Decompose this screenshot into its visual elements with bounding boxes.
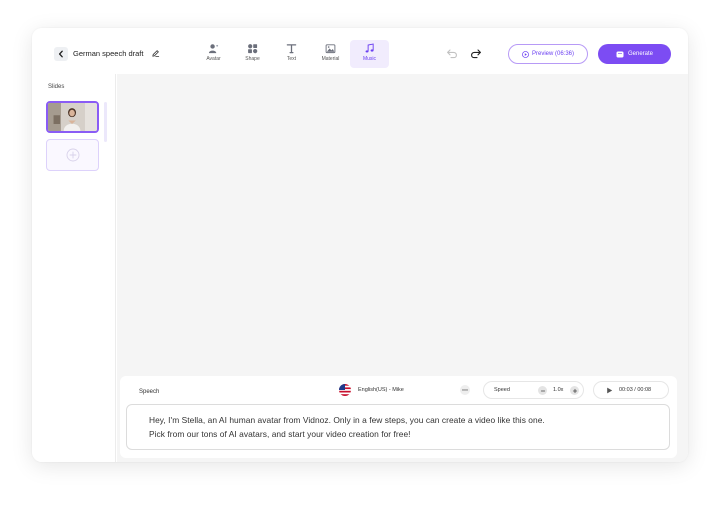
us-flag-icon — [339, 384, 351, 396]
rename-pencil-icon[interactable] — [151, 49, 160, 58]
toolbar: Avatar Shape Text Material Music — [194, 40, 389, 70]
tool-music-label: Music — [362, 56, 377, 62]
top-bar: German speech draft Avatar Shape Text Ma… — [32, 28, 688, 74]
voice-more-button[interactable] — [460, 385, 470, 395]
tool-text[interactable]: Text — [272, 40, 311, 68]
shape-icon — [248, 44, 258, 54]
avatar-thumbnail-image — [48, 103, 97, 131]
tool-text-label: Text — [286, 56, 297, 62]
tool-material[interactable]: Material — [311, 40, 350, 68]
back-button[interactable] — [54, 47, 68, 61]
speed-value: 1.0x — [553, 387, 564, 393]
music-icon — [365, 43, 374, 53]
generate-button[interactable]: Generate — [598, 44, 671, 64]
chevron-left-icon — [58, 50, 63, 58]
generate-icon — [616, 51, 624, 57]
avatar-icon — [208, 44, 219, 54]
speech-heading: Speech — [139, 389, 160, 395]
voice-selector[interactable]: English(US) - Mike — [339, 382, 473, 398]
slide-thumbnail-1[interactable] — [46, 101, 99, 133]
speed-increase-button[interactable] — [570, 386, 579, 395]
undo-icon[interactable] — [446, 47, 458, 59]
tool-music[interactable]: Music — [350, 40, 389, 68]
slides-heading: Slides — [48, 84, 65, 90]
speech-card: Speech English(US) - Mike Speed 1.0x 00:… — [120, 376, 677, 458]
tool-shape[interactable]: Shape — [233, 40, 272, 68]
script-line: Pick from our tons of AI avatars, and st… — [149, 428, 411, 439]
tool-material-label: Material — [321, 56, 340, 62]
script-line: Hey, I'm Stella, an AI human avatar from… — [149, 415, 545, 425]
speed-decrease-button[interactable] — [538, 386, 547, 395]
plus-circle-icon — [66, 148, 79, 162]
playback-time: 00:03 / 00:08 — [619, 387, 652, 393]
add-slide-button[interactable] — [46, 139, 99, 171]
preview-button[interactable]: Preview (06:36) — [508, 44, 588, 64]
minus-icon — [540, 390, 545, 391]
video-canvas[interactable] — [117, 74, 688, 374]
slides-sidebar: Slides — [32, 74, 116, 462]
redo-icon[interactable] — [470, 47, 482, 59]
speech-panel: Speech English(US) - Mike Speed 1.0x 00:… — [117, 374, 688, 462]
slides-scrollbar[interactable] — [104, 102, 107, 142]
text-icon — [286, 44, 297, 54]
play-icon[interactable] — [606, 387, 613, 394]
speech-script-input[interactable]: Hey, I'm Stella, an AI human avatar from… — [126, 404, 670, 450]
generate-label: Generate — [627, 51, 654, 57]
project-title[interactable]: German speech draft — [73, 49, 143, 58]
speed-label: Speed — [494, 387, 510, 393]
material-icon — [325, 44, 336, 54]
audio-playback[interactable]: 00:03 / 00:08 — [593, 381, 669, 399]
speed-control: Speed 1.0x — [483, 381, 584, 399]
more-horizontal-icon — [462, 389, 468, 391]
editor-window: German speech draft Avatar Shape Text Ma… — [32, 28, 688, 462]
preview-label: Preview (06:36) — [531, 51, 575, 57]
tool-avatar-label: Avatar — [206, 56, 221, 62]
plus-icon — [572, 388, 577, 393]
tool-shape-label: Shape — [245, 56, 260, 62]
voice-name: English(US) - Mike — [358, 387, 404, 393]
tool-avatar[interactable]: Avatar — [194, 40, 233, 68]
play-circle-icon — [522, 50, 529, 58]
